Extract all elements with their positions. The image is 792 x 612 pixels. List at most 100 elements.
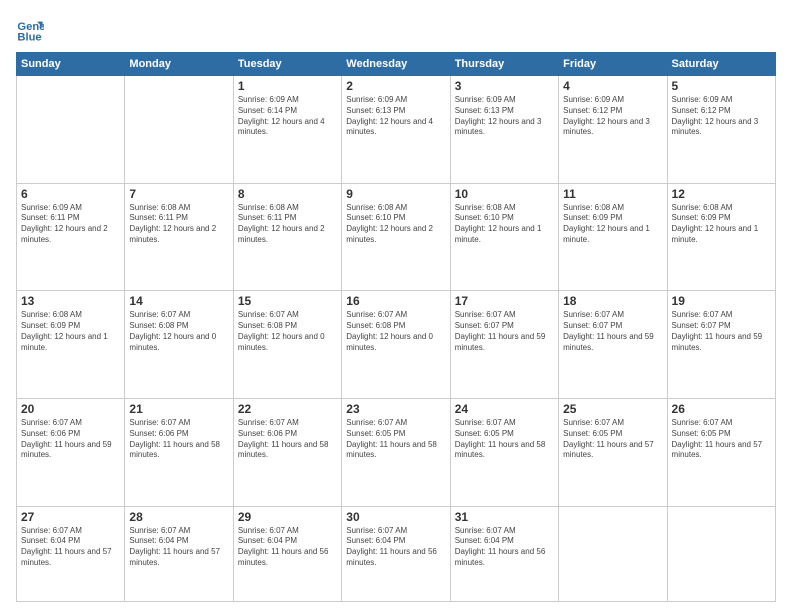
day-cell: 5 Sunrise: 6:09 AM Sunset: 6:12 PM Daylig… bbox=[667, 76, 775, 184]
day-number: 23 bbox=[346, 402, 445, 416]
day-cell: 1Sunrise: 6:09 AM Sunset: 6:14 PM Daylig… bbox=[233, 76, 341, 184]
day-info: Sunrise: 6:09 AM Sunset: 6:14 PM Dayligh… bbox=[238, 95, 337, 138]
day-number: 29 bbox=[238, 510, 337, 524]
day-info: Sunrise: 6:07 AM Sunset: 6:05 PM Dayligh… bbox=[563, 418, 662, 461]
day-cell: 14 Sunrise: 6:07 AM Sunset: 6:08 PM Dayli… bbox=[125, 291, 233, 399]
day-number: 5 bbox=[672, 79, 771, 93]
day-info: Sunrise: 6:08 AM Sunset: 6:11 PM Dayligh… bbox=[129, 203, 228, 246]
logo: General Blue bbox=[16, 16, 48, 44]
day-cell: 23 Sunrise: 6:07 AM Sunset: 6:05 PM Dayli… bbox=[342, 398, 450, 506]
day-cell: 16 Sunrise: 6:07 AM Sunset: 6:08 PM Dayli… bbox=[342, 291, 450, 399]
day-number: 12 bbox=[672, 187, 771, 201]
day-number: 30 bbox=[346, 510, 445, 524]
day-info: Sunrise: 6:07 AM Sunset: 6:06 PM Dayligh… bbox=[129, 418, 228, 461]
day-info: Sunrise: 6:07 AM Sunset: 6:07 PM Dayligh… bbox=[672, 310, 771, 353]
day-number: 3 bbox=[455, 79, 554, 93]
day-cell: 13 Sunrise: 6:08 AM Sunset: 6:09 PM Dayli… bbox=[17, 291, 125, 399]
day-number: 13 bbox=[21, 294, 120, 308]
week-row-3: 13 Sunrise: 6:08 AM Sunset: 6:09 PM Dayli… bbox=[17, 291, 776, 399]
day-cell: 9Sunrise: 6:08 AM Sunset: 6:10 PM Daylig… bbox=[342, 183, 450, 291]
weekday-header-saturday: Saturday bbox=[667, 53, 775, 76]
day-info: Sunrise: 6:08 AM Sunset: 6:09 PM Dayligh… bbox=[21, 310, 120, 353]
day-number: 18 bbox=[563, 294, 662, 308]
day-number: 27 bbox=[21, 510, 120, 524]
day-info: Sunrise: 6:07 AM Sunset: 6:04 PM Dayligh… bbox=[346, 526, 445, 569]
logo-icon: General Blue bbox=[16, 16, 44, 44]
weekday-header-wednesday: Wednesday bbox=[342, 53, 450, 76]
day-number: 25 bbox=[563, 402, 662, 416]
weekday-header-thursday: Thursday bbox=[450, 53, 558, 76]
day-info: Sunrise: 6:09 AM Sunset: 6:12 PM Dayligh… bbox=[672, 95, 771, 138]
day-number: 15 bbox=[238, 294, 337, 308]
day-info: Sunrise: 6:07 AM Sunset: 6:07 PM Dayligh… bbox=[563, 310, 662, 353]
day-cell: 27 Sunrise: 6:07 AM Sunset: 6:04 PM Dayli… bbox=[17, 506, 125, 601]
day-cell: 28 Sunrise: 6:07 AM Sunset: 6:04 PM Dayli… bbox=[125, 506, 233, 601]
day-cell: 4 Sunrise: 6:09 AM Sunset: 6:12 PM Daylig… bbox=[559, 76, 667, 184]
day-number: 17 bbox=[455, 294, 554, 308]
day-cell: 2Sunrise: 6:09 AM Sunset: 6:13 PM Daylig… bbox=[342, 76, 450, 184]
day-cell: 7Sunrise: 6:08 AM Sunset: 6:11 PM Daylig… bbox=[125, 183, 233, 291]
day-number: 9 bbox=[346, 187, 445, 201]
day-info: Sunrise: 6:08 AM Sunset: 6:09 PM Dayligh… bbox=[563, 203, 662, 246]
week-row-5: 27 Sunrise: 6:07 AM Sunset: 6:04 PM Dayli… bbox=[17, 506, 776, 601]
day-cell: 8 Sunrise: 6:08 AM Sunset: 6:11 PM Daylig… bbox=[233, 183, 341, 291]
day-cell bbox=[667, 506, 775, 601]
day-cell: 12 Sunrise: 6:08 AM Sunset: 6:09 PM Dayli… bbox=[667, 183, 775, 291]
weekday-header-monday: Monday bbox=[125, 53, 233, 76]
week-row-1: 1Sunrise: 6:09 AM Sunset: 6:14 PM Daylig… bbox=[17, 76, 776, 184]
week-row-2: 6 Sunrise: 6:09 AM Sunset: 6:11 PM Daylig… bbox=[17, 183, 776, 291]
day-info: Sunrise: 6:07 AM Sunset: 6:04 PM Dayligh… bbox=[129, 526, 228, 569]
day-info: Sunrise: 6:07 AM Sunset: 6:06 PM Dayligh… bbox=[238, 418, 337, 461]
day-number: 28 bbox=[129, 510, 228, 524]
day-info: Sunrise: 6:09 AM Sunset: 6:13 PM Dayligh… bbox=[455, 95, 554, 138]
day-number: 2 bbox=[346, 79, 445, 93]
day-number: 26 bbox=[672, 402, 771, 416]
day-cell bbox=[125, 76, 233, 184]
day-number: 21 bbox=[129, 402, 228, 416]
day-info: Sunrise: 6:07 AM Sunset: 6:04 PM Dayligh… bbox=[238, 526, 337, 569]
day-number: 20 bbox=[21, 402, 120, 416]
day-cell: 18 Sunrise: 6:07 AM Sunset: 6:07 PM Dayli… bbox=[559, 291, 667, 399]
day-info: Sunrise: 6:07 AM Sunset: 6:08 PM Dayligh… bbox=[346, 310, 445, 353]
day-cell: 6 Sunrise: 6:09 AM Sunset: 6:11 PM Daylig… bbox=[17, 183, 125, 291]
day-cell: 19 Sunrise: 6:07 AM Sunset: 6:07 PM Dayli… bbox=[667, 291, 775, 399]
day-info: Sunrise: 6:07 AM Sunset: 6:05 PM Dayligh… bbox=[455, 418, 554, 461]
day-number: 24 bbox=[455, 402, 554, 416]
weekday-header-row: SundayMondayTuesdayWednesdayThursdayFrid… bbox=[17, 53, 776, 76]
day-cell: 20 Sunrise: 6:07 AM Sunset: 6:06 PM Dayli… bbox=[17, 398, 125, 506]
day-number: 6 bbox=[21, 187, 120, 201]
day-number: 19 bbox=[672, 294, 771, 308]
day-number: 16 bbox=[346, 294, 445, 308]
day-info: Sunrise: 6:07 AM Sunset: 6:07 PM Dayligh… bbox=[455, 310, 554, 353]
day-number: 14 bbox=[129, 294, 228, 308]
day-number: 4 bbox=[563, 79, 662, 93]
day-cell: 26 Sunrise: 6:07 AM Sunset: 6:05 PM Dayli… bbox=[667, 398, 775, 506]
day-cell: 15Sunrise: 6:07 AM Sunset: 6:08 PM Dayli… bbox=[233, 291, 341, 399]
day-info: Sunrise: 6:09 AM Sunset: 6:12 PM Dayligh… bbox=[563, 95, 662, 138]
day-info: Sunrise: 6:09 AM Sunset: 6:11 PM Dayligh… bbox=[21, 203, 120, 246]
day-info: Sunrise: 6:07 AM Sunset: 6:08 PM Dayligh… bbox=[129, 310, 228, 353]
day-info: Sunrise: 6:08 AM Sunset: 6:09 PM Dayligh… bbox=[672, 203, 771, 246]
day-number: 31 bbox=[455, 510, 554, 524]
day-info: Sunrise: 6:07 AM Sunset: 6:04 PM Dayligh… bbox=[21, 526, 120, 569]
day-info: Sunrise: 6:07 AM Sunset: 6:05 PM Dayligh… bbox=[672, 418, 771, 461]
day-cell: 30 Sunrise: 6:07 AM Sunset: 6:04 PM Dayli… bbox=[342, 506, 450, 601]
weekday-header-friday: Friday bbox=[559, 53, 667, 76]
day-number: 8 bbox=[238, 187, 337, 201]
day-info: Sunrise: 6:08 AM Sunset: 6:11 PM Dayligh… bbox=[238, 203, 337, 246]
day-info: Sunrise: 6:08 AM Sunset: 6:10 PM Dayligh… bbox=[455, 203, 554, 246]
day-number: 10 bbox=[455, 187, 554, 201]
day-number: 22 bbox=[238, 402, 337, 416]
day-cell: 25 Sunrise: 6:07 AM Sunset: 6:05 PM Dayli… bbox=[559, 398, 667, 506]
week-row-4: 20 Sunrise: 6:07 AM Sunset: 6:06 PM Dayli… bbox=[17, 398, 776, 506]
day-cell: 22 Sunrise: 6:07 AM Sunset: 6:06 PM Dayli… bbox=[233, 398, 341, 506]
day-number: 11 bbox=[563, 187, 662, 201]
calendar-table: SundayMondayTuesdayWednesdayThursdayFrid… bbox=[16, 52, 776, 602]
day-cell: 29 Sunrise: 6:07 AM Sunset: 6:04 PM Dayli… bbox=[233, 506, 341, 601]
day-info: Sunrise: 6:07 AM Sunset: 6:06 PM Dayligh… bbox=[21, 418, 120, 461]
day-cell: 21 Sunrise: 6:07 AM Sunset: 6:06 PM Dayli… bbox=[125, 398, 233, 506]
day-info: Sunrise: 6:07 AM Sunset: 6:04 PM Dayligh… bbox=[455, 526, 554, 569]
day-info: Sunrise: 6:07 AM Sunset: 6:05 PM Dayligh… bbox=[346, 418, 445, 461]
day-cell: 24 Sunrise: 6:07 AM Sunset: 6:05 PM Dayli… bbox=[450, 398, 558, 506]
day-cell: 31 Sunrise: 6:07 AM Sunset: 6:04 PM Dayli… bbox=[450, 506, 558, 601]
